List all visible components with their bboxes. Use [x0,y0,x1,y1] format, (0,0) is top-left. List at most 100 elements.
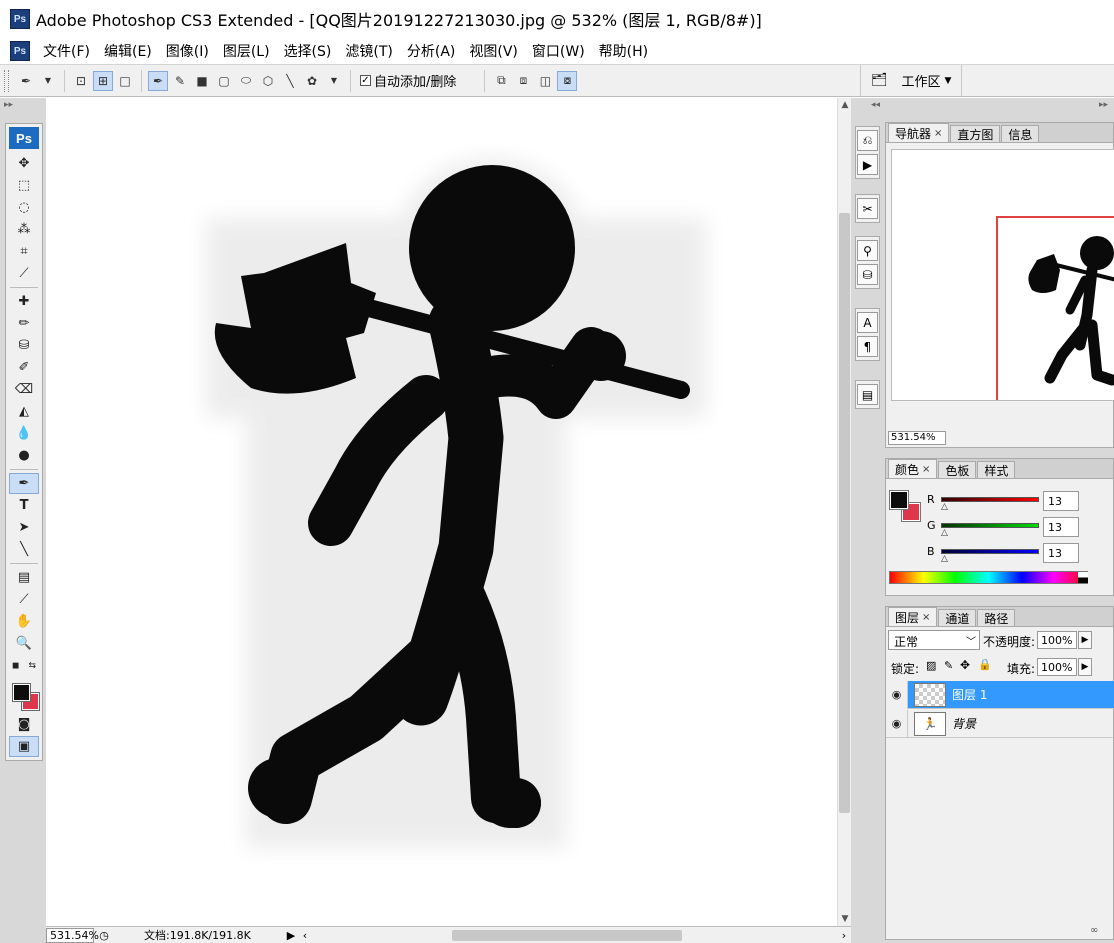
slice-tool-icon[interactable]: ⟋ [9,263,39,284]
screen-mode-icon[interactable]: ▣ [9,736,39,757]
scroll-down-icon[interactable]: ▼ [838,914,852,924]
lock-transparency-icon[interactable]: ▨ [926,659,936,672]
brush-tool-icon[interactable]: ✏ [9,313,39,334]
clone-source-icon[interactable]: ⛁ [857,264,878,285]
menu-edit[interactable]: 编辑(E) [97,41,159,61]
tab-histogram[interactable]: 直方图 [950,125,1001,142]
line-tool-icon[interactable]: ╲ [9,539,39,560]
foreground-color[interactable] [12,683,31,702]
opacity-input[interactable]: 100% [1037,631,1077,649]
history-panel-icon[interactable]: ⎌ [857,130,878,151]
blue-gradient-bar[interactable] [941,549,1039,554]
app-menu-icon[interactable]: Ps [10,41,30,61]
status-menu-arrow-icon[interactable]: ▶ [284,929,298,942]
green-slider[interactable]: G △ 13 [927,517,1112,539]
actions-panel-icon[interactable]: ▶ [857,154,878,175]
paragraph-panel-icon[interactable]: ¶ [857,336,878,357]
red-gradient-bar[interactable] [941,497,1039,502]
green-gradient-bar[interactable] [941,523,1039,528]
red-slider[interactable]: R △ 13 [927,491,1112,513]
freeform-pen-icon[interactable]: ✎ [170,71,190,91]
options-grip[interactable] [4,69,9,92]
red-value-input[interactable]: 13 [1043,491,1079,511]
color-spectrum-bar[interactable] [889,571,1088,584]
paint-bucket-icon[interactable]: ◭ [9,401,39,422]
opacity-slider-arrow-icon[interactable]: ▶ [1078,631,1092,649]
marquee-tool-icon[interactable]: ⬚ [9,175,39,196]
blend-mode-select[interactable]: 正常 ﹀ [888,630,980,650]
blue-slider[interactable]: B △ 13 [927,543,1112,565]
clone-stamp-icon[interactable]: ⛁ [9,335,39,356]
zoom-tool-icon[interactable]: 🔍 [9,633,39,654]
menu-file[interactable]: 文件(F) [36,41,97,61]
tab-info[interactable]: 信息 [1001,125,1040,142]
green-slider-handle-icon[interactable]: △ [941,528,948,538]
red-slider-handle-icon[interactable]: △ [941,502,948,512]
preset-dropdown-icon[interactable]: ▼ [38,71,58,91]
horizontal-scrollbar[interactable] [312,927,837,943]
lock-all-icon[interactable]: 🔒 [978,658,992,671]
eyedropper-icon[interactable]: ⟋ [9,589,39,610]
history-brush-icon[interactable]: ✐ [9,357,39,378]
shape-dropdown-icon[interactable]: ▼ [324,71,344,91]
tool-presets-icon[interactable]: ✂ [857,198,878,219]
navigator-preview[interactable] [891,149,1114,401]
panel-foreground-swatch[interactable] [889,490,909,510]
type-tool-icon[interactable]: T [9,495,39,516]
lasso-tool-icon[interactable]: ◌ [9,197,39,218]
magic-wand-icon[interactable]: ⁂ [9,219,39,240]
menu-help[interactable]: 帮助(H) [592,41,655,61]
swap-colors-icon[interactable]: ⇆ [28,661,36,671]
menu-select[interactable]: 选择(S) [277,41,339,61]
tab-swatches[interactable]: 色板 [938,461,977,478]
fill-input[interactable]: 100% [1037,658,1077,676]
collapse-arrows-icon[interactable]: ◂◂ [871,100,880,110]
collapse-arrows-icon[interactable]: ▸▸ [1099,100,1108,110]
menu-filter[interactable]: 滤镜(T) [338,41,399,61]
crop-tool-icon[interactable]: ⌗ [9,241,39,262]
custom-shape-icon[interactable]: ✿ [302,71,322,91]
blue-value-input[interactable]: 13 [1043,543,1079,563]
path-subtract-icon[interactable]: ⧈ [513,71,533,91]
scroll-right-icon[interactable]: › [837,929,851,942]
tab-styles[interactable]: 样式 [977,461,1016,478]
ellipse-shape-icon[interactable]: ⬭ [236,71,256,91]
lock-image-icon[interactable]: ✎ [944,659,953,672]
h-scroll-thumb[interactable] [452,929,682,941]
pen-tool-icon[interactable]: ✒ [9,473,39,494]
scroll-up-icon[interactable]: ▲ [838,100,852,110]
fill-pixels-icon[interactable]: □ [115,71,135,91]
scroll-thumb[interactable] [839,213,850,813]
eraser-tool-icon[interactable]: ⌫ [9,379,39,400]
path-exclude-icon[interactable]: ⧇ [557,70,578,91]
navigator-zoom-field[interactable]: 531.54% [888,431,946,445]
layer-row-1[interactable]: ◉ 图层 1 [886,680,1114,709]
paths-mode-icon[interactable]: ⊞ [93,70,113,91]
auto-add-delete-checkbox[interactable]: ✓ 自动添加/删除 [360,71,456,90]
green-value-input[interactable]: 13 [1043,517,1079,537]
dodge-tool-icon[interactable]: ● [9,445,39,466]
link-layers-icon[interactable]: ∞ [1090,925,1098,936]
hand-tool-icon[interactable]: ✋ [9,611,39,632]
version-cue-icon[interactable]: ◷ [96,929,112,942]
close-icon[interactable]: × [922,464,930,475]
path-selection-icon[interactable]: ➤ [9,517,39,538]
eye-icon[interactable]: ◉ [886,709,908,738]
lock-position-icon[interactable]: ✥ [960,658,970,672]
tab-layers[interactable]: 图层 × [888,607,938,626]
healing-brush-icon[interactable]: ✚ [9,291,39,312]
menu-window[interactable]: 窗口(W) [525,41,592,61]
pen-tool-icon[interactable]: ✒ [148,70,168,91]
polygon-shape-icon[interactable]: ⬡ [258,71,278,91]
fill-slider-arrow-icon[interactable]: ▶ [1078,658,1092,676]
tab-channels[interactable]: 通道 [938,609,977,626]
quick-mask-icon[interactable]: ◙ [9,714,39,735]
layer-row-background[interactable]: ◉ 🏃 背景 [886,709,1114,738]
notes-tool-icon[interactable]: ▤ [9,567,39,588]
checkbox-checked-icon[interactable]: ✓ [360,75,371,86]
view-area-indicator[interactable] [996,216,1114,400]
collapse-arrows-icon[interactable]: ▸▸ [4,100,13,110]
shape-layers-icon[interactable]: ⊡ [71,71,91,91]
path-add-icon[interactable]: ⧉ [491,71,511,91]
rounded-rectangle-icon[interactable]: ▢ [214,71,234,91]
